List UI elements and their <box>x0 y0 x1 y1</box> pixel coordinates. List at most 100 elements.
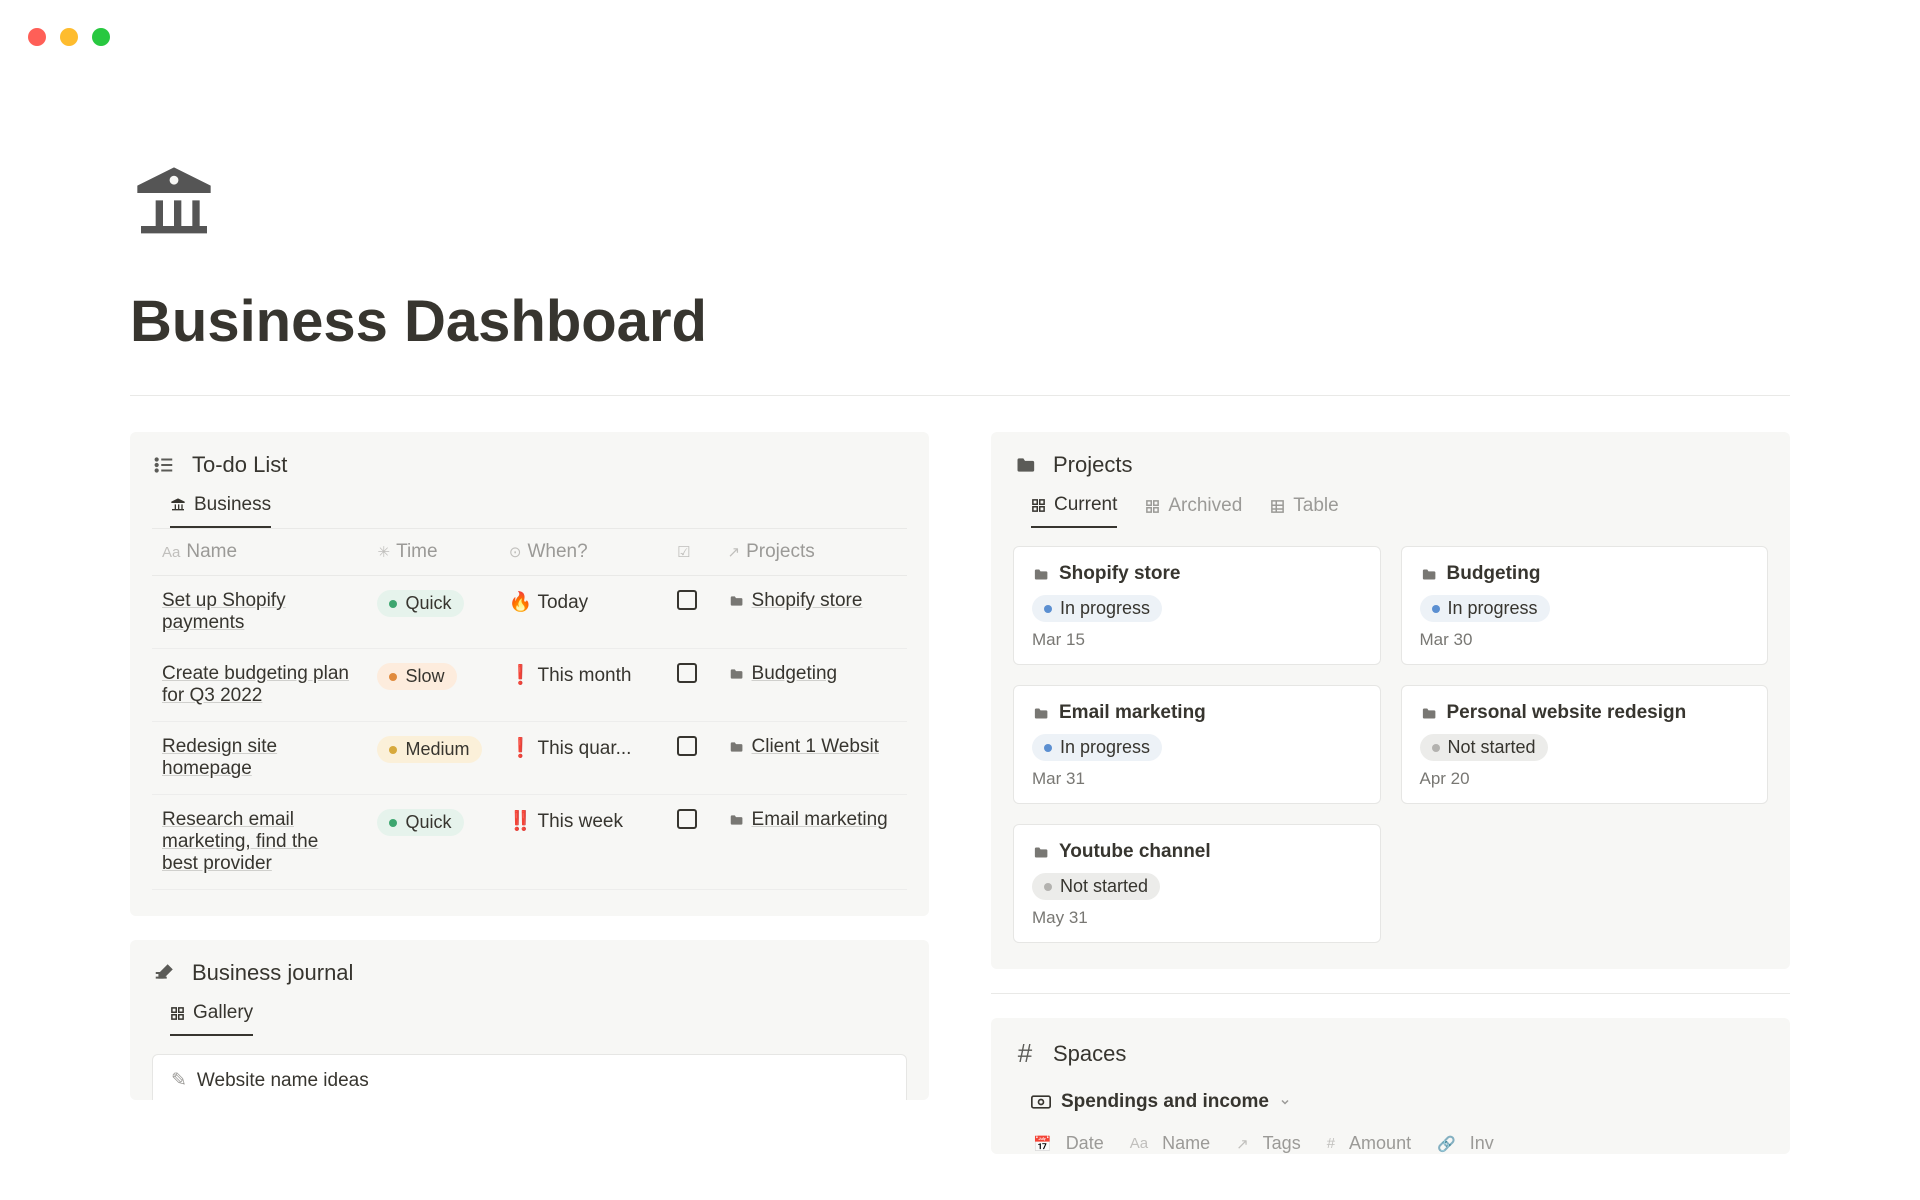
col-name[interactable]: AaName <box>152 529 367 576</box>
task-checkbox[interactable] <box>667 649 717 722</box>
divider <box>130 395 1790 396</box>
spaces-view-label: Spendings and income <box>1061 1091 1269 1113</box>
spaces-col-name[interactable]: AaName <box>1124 1129 1230 1154</box>
spaces-view-selector[interactable]: Spendings and income <box>1013 1085 1768 1117</box>
task-checkbox[interactable] <box>667 722 717 795</box>
projects-block: Projects Current Archived Table Shopify st… <box>991 432 1790 969</box>
board-icon <box>170 1006 185 1021</box>
todo-table: AaName ✳Time ⊙When? ☑ ↗Projects Set up S… <box>152 528 907 890</box>
project-title: Youtube channel <box>1059 841 1211 863</box>
status-badge: Not started <box>1420 734 1548 761</box>
projects-title[interactable]: Projects <box>1053 452 1132 478</box>
task-name[interactable]: Research email marketing, find the best … <box>152 795 367 890</box>
project-title: Budgeting <box>1447 563 1541 585</box>
project-title: Email marketing <box>1059 702 1206 724</box>
tab-business[interactable]: Business <box>170 494 271 528</box>
task-project[interactable]: Budgeting <box>718 649 907 722</box>
todo-list-title[interactable]: To-do List <box>192 452 287 478</box>
table-row[interactable]: Redesign site homepageMedium❗ This quar.… <box>152 722 907 795</box>
project-date: Apr 20 <box>1420 769 1750 789</box>
maximize-window-button[interactable] <box>92 28 110 46</box>
list-icon <box>152 454 176 476</box>
spaces-col-date[interactable]: 📅Date <box>1027 1129 1124 1154</box>
project-title: Shopify store <box>1059 563 1180 585</box>
task-when[interactable]: 🔥 Today <box>499 576 667 649</box>
journal-title[interactable]: Business journal <box>192 960 353 986</box>
col-when[interactable]: ⊙When? <box>499 529 667 576</box>
task-time[interactable]: Quick <box>367 576 498 649</box>
tab-label: Table <box>1293 495 1338 517</box>
money-icon <box>1031 1095 1051 1109</box>
task-when[interactable]: ❗ This quar... <box>499 722 667 795</box>
spaces-title[interactable]: Spaces <box>1053 1041 1126 1067</box>
task-name[interactable]: Redesign site homepage <box>152 722 367 795</box>
task-when[interactable]: ❗ This month <box>499 649 667 722</box>
table-row[interactable]: Create budgeting plan for Q3 2022Slow❗ T… <box>152 649 907 722</box>
table-icon <box>1270 499 1285 514</box>
folder-icon <box>1013 455 1037 475</box>
tab-gallery[interactable]: Gallery <box>170 1002 253 1036</box>
tab-current[interactable]: Current <box>1031 494 1117 528</box>
close-window-button[interactable] <box>28 28 46 46</box>
folder-icon <box>1032 567 1049 582</box>
task-time[interactable]: Medium <box>367 722 498 795</box>
project-date: May 31 <box>1032 908 1362 928</box>
task-when[interactable]: ‼️ This week <box>499 795 667 890</box>
column-type-icon: ↗ <box>1236 1135 1249 1153</box>
task-name[interactable]: Set up Shopify payments <box>152 576 367 649</box>
bank-icon <box>170 497 186 513</box>
task-checkbox[interactable] <box>667 576 717 649</box>
spaces-block: # Spaces Spendings and income 📅DateAaNam… <box>991 1018 1790 1154</box>
pencil-icon: ✎ <box>171 1069 187 1092</box>
board-icon <box>1145 499 1160 514</box>
tab-label: Business <box>194 494 271 516</box>
task-project[interactable]: Client 1 Websit <box>718 722 907 795</box>
project-title: Personal website redesign <box>1447 702 1687 724</box>
page-icon[interactable] <box>130 160 1790 248</box>
col-time[interactable]: ✳Time <box>367 529 498 576</box>
col-projects[interactable]: ↗Projects <box>718 529 907 576</box>
project-date: Mar 31 <box>1032 769 1362 789</box>
hash-icon: # <box>1013 1038 1037 1069</box>
project-date: Mar 30 <box>1420 630 1750 650</box>
column-type-icon: # <box>1327 1135 1335 1152</box>
project-card[interactable]: BudgetingIn progressMar 30 <box>1401 546 1769 665</box>
task-project[interactable]: Email marketing <box>718 795 907 890</box>
tab-table[interactable]: Table <box>1270 494 1338 528</box>
column-type-icon: Aa <box>1130 1135 1148 1152</box>
spaces-col-amount[interactable]: #Amount <box>1321 1129 1431 1154</box>
folder-icon <box>1032 845 1049 860</box>
column-type-icon: 📅 <box>1033 1135 1052 1153</box>
tab-label: Archived <box>1168 495 1242 517</box>
col-check[interactable]: ☑ <box>667 529 717 576</box>
project-card[interactable]: Personal website redesign Not started Apr … <box>1401 685 1769 804</box>
project-card[interactable]: Shopify store In progress Mar 15 <box>1013 546 1381 665</box>
table-row[interactable]: Set up Shopify paymentsQuick🔥 Today Shopi… <box>152 576 907 649</box>
spaces-col-tags[interactable]: ↗Tags <box>1230 1129 1321 1154</box>
tab-label: Gallery <box>193 1002 253 1024</box>
journal-item-title: Website name ideas <box>197 1070 369 1092</box>
folder-icon <box>1420 706 1437 721</box>
edit-icon <box>152 962 176 984</box>
table-row[interactable]: Research email marketing, find the best … <box>152 795 907 890</box>
project-card[interactable]: Email marketingIn progressMar 31 <box>1013 685 1381 804</box>
project-date: Mar 15 <box>1032 630 1362 650</box>
project-card[interactable]: Youtube channelNot startedMay 31 <box>1013 824 1381 943</box>
task-time[interactable]: Slow <box>367 649 498 722</box>
page-title[interactable]: Business Dashboard <box>130 288 1790 355</box>
folder-icon <box>1032 706 1049 721</box>
status-badge: In progress <box>1032 595 1162 622</box>
spaces-col-inv[interactable]: 🔗Inv <box>1431 1129 1514 1154</box>
column-type-icon: 🔗 <box>1437 1135 1456 1153</box>
todo-list-block: To-do List Business AaName ✳Time <box>130 432 929 916</box>
board-icon <box>1031 498 1046 513</box>
tab-label: Current <box>1054 494 1117 516</box>
task-name[interactable]: Create budgeting plan for Q3 2022 <box>152 649 367 722</box>
task-project[interactable]: Shopify store <box>718 576 907 649</box>
task-time[interactable]: Quick <box>367 795 498 890</box>
journal-item[interactable]: ✎ Website name ideas <box>152 1054 907 1100</box>
tab-archived[interactable]: Archived <box>1145 494 1242 528</box>
window-traffic-lights <box>28 28 110 46</box>
task-checkbox[interactable] <box>667 795 717 890</box>
minimize-window-button[interactable] <box>60 28 78 46</box>
